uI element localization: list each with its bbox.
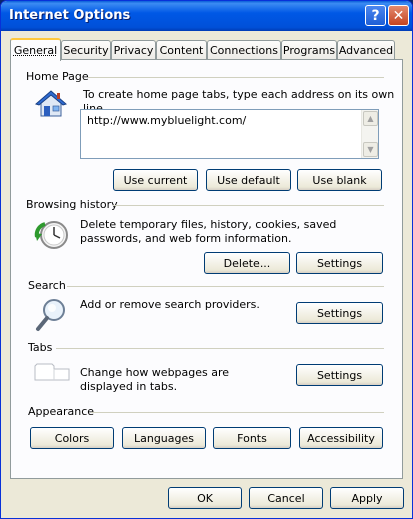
tab-security[interactable]: Security bbox=[61, 40, 111, 59]
colors-button[interactable]: Colors bbox=[30, 427, 114, 449]
cancel-button[interactable]: Cancel bbox=[249, 487, 323, 509]
search-magnifier-icon bbox=[36, 299, 65, 331]
scroll-up-icon[interactable]: ▲ bbox=[363, 111, 378, 126]
tab-content[interactable]: Content bbox=[156, 40, 207, 59]
tab-content-label: Content bbox=[159, 43, 204, 57]
use-default-button[interactable]: Use default bbox=[206, 169, 291, 191]
history-settings-button[interactable]: Settings bbox=[296, 252, 383, 274]
appearance-heading: Appearance bbox=[28, 405, 95, 418]
languages-button[interactable]: Languages bbox=[122, 427, 206, 449]
tab-connections[interactable]: Connections bbox=[207, 40, 281, 59]
tabs-divider bbox=[56, 348, 384, 349]
use-blank-button[interactable]: Use blank bbox=[297, 169, 382, 191]
tabs-settings-button[interactable]: Settings bbox=[296, 364, 383, 386]
use-current-button[interactable]: Use current bbox=[113, 169, 198, 191]
search-description: Add or remove search providers. bbox=[80, 298, 260, 311]
tab-privacy[interactable]: Privacy bbox=[111, 40, 156, 59]
tabs-heading: Tabs bbox=[28, 341, 53, 354]
help-button[interactable]: ? bbox=[365, 5, 386, 26]
tab-connections-label: Connections bbox=[210, 43, 278, 57]
internet-options-window: Internet Options ? ✕ General Security Pr… bbox=[0, 0, 413, 519]
tab-general[interactable]: General bbox=[10, 38, 61, 61]
history-clock-icon bbox=[34, 221, 68, 249]
tab-advanced[interactable]: Advanced bbox=[337, 40, 395, 59]
tab-programs-label: Programs bbox=[282, 43, 336, 57]
accessibility-button[interactable]: Accessibility bbox=[299, 427, 383, 449]
home-page-scrollbar[interactable]: ▲ ▼ bbox=[361, 110, 378, 158]
window-title: Internet Options bbox=[9, 8, 131, 23]
appearance-divider bbox=[91, 412, 384, 413]
tab-general-label: General bbox=[13, 44, 58, 57]
fonts-button[interactable]: Fonts bbox=[213, 427, 291, 449]
search-divider bbox=[67, 286, 384, 287]
browsing-history-description: Delete temporary files, history, cookies… bbox=[80, 218, 337, 245]
tab-privacy-label: Privacy bbox=[113, 43, 154, 57]
home-page-divider bbox=[88, 77, 384, 78]
tabs-description: Change how webpages are displayed in tab… bbox=[80, 366, 230, 393]
close-icon: ✕ bbox=[392, 7, 405, 24]
browsing-history-divider bbox=[113, 205, 384, 206]
tab-advanced-label: Advanced bbox=[338, 43, 394, 57]
close-button[interactable]: ✕ bbox=[388, 5, 409, 26]
search-heading: Search bbox=[28, 279, 66, 292]
home-page-url-value: http://www.mybluelight.com/ bbox=[87, 114, 247, 127]
help-icon: ? bbox=[371, 7, 380, 24]
title-bar[interactable]: Internet Options ? ✕ bbox=[1, 1, 412, 31]
delete-history-button[interactable]: Delete... bbox=[204, 252, 290, 274]
browsing-history-heading: Browsing history bbox=[26, 198, 118, 211]
home-page-heading: Home Page bbox=[26, 70, 89, 83]
tabs-icon bbox=[34, 363, 70, 381]
tab-programs[interactable]: Programs bbox=[281, 40, 337, 59]
tab-security-label: Security bbox=[63, 43, 109, 57]
general-tab-panel: Home Page To create home page tabs, type… bbox=[10, 59, 403, 479]
home-page-icon bbox=[35, 90, 67, 117]
search-settings-button[interactable]: Settings bbox=[296, 302, 383, 324]
home-page-url-input[interactable]: http://www.mybluelight.com/ ▲ ▼ bbox=[80, 109, 379, 159]
scroll-down-icon[interactable]: ▼ bbox=[363, 142, 378, 157]
apply-button[interactable]: Apply bbox=[330, 487, 404, 509]
ok-button[interactable]: OK bbox=[168, 487, 242, 509]
